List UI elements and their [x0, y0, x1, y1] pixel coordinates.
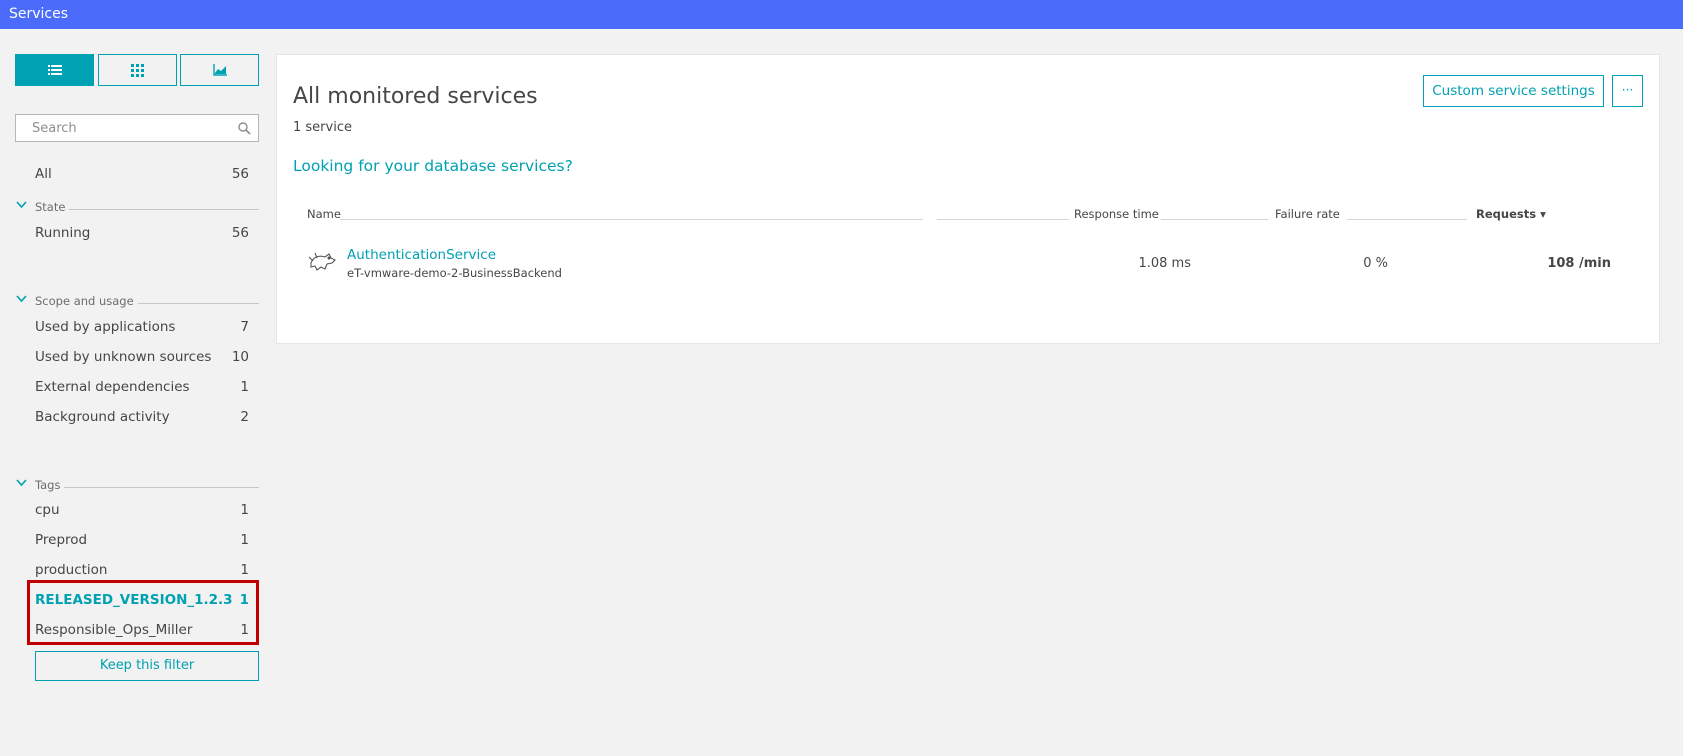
custom-service-settings-button[interactable]: Custom service settings: [1423, 75, 1604, 107]
filter-count: 56: [231, 166, 249, 182]
section-divider: [35, 487, 259, 488]
header-divider: [1161, 219, 1268, 220]
filter-external-dependencies[interactable]: External dependencies 1: [35, 379, 249, 399]
list-icon: [47, 65, 62, 75]
filter-count: 1: [240, 502, 249, 518]
filter-background-activity[interactable]: Background activity 2: [35, 409, 249, 429]
filter-count: 1: [240, 379, 249, 395]
section-title: Tags: [35, 478, 65, 492]
filter-label: Preprod: [35, 532, 88, 548]
service-process-group: eT-vmware-demo-2-BusinessBackend: [347, 266, 562, 280]
service-count: 1 service: [293, 120, 352, 135]
top-bar: Services: [0, 0, 1683, 29]
search-icon[interactable]: [238, 122, 251, 135]
table-row[interactable]: AuthenticationService eT-vmware-demo-2-B…: [307, 247, 1627, 291]
page-title: All monitored services: [293, 84, 538, 109]
filter-all[interactable]: All 56: [35, 166, 249, 186]
highlight-annotation: [27, 580, 259, 645]
more-options-button[interactable]: ···: [1612, 75, 1643, 107]
chevron-down-icon: [16, 201, 27, 209]
keep-filter-button[interactable]: Keep this filter: [35, 651, 259, 681]
grid-view-button[interactable]: [98, 54, 177, 86]
response-time-value: 1.08 ms: [1138, 256, 1191, 271]
filter-count: 1: [240, 532, 249, 548]
filter-count: 7: [240, 319, 249, 335]
list-view-button[interactable]: [15, 54, 94, 86]
filter-used-by-applications[interactable]: Used by applications 7: [35, 319, 249, 339]
filter-label: production: [35, 562, 108, 578]
section-scope-and-usage[interactable]: Scope and usage: [15, 294, 259, 310]
filter-count: 10: [231, 349, 249, 365]
service-name-link[interactable]: AuthenticationService: [347, 247, 496, 263]
filter-label: External dependencies: [35, 379, 190, 395]
section-tags[interactable]: Tags: [15, 478, 259, 494]
section-state[interactable]: State: [15, 200, 259, 216]
filter-label: All: [35, 166, 52, 182]
chart-view-button[interactable]: [180, 54, 259, 86]
header-divider: [340, 219, 923, 220]
chevron-down-icon: [16, 295, 27, 303]
page-header-title: Services: [9, 6, 69, 22]
column-header-failure-rate[interactable]: Failure rate: [1275, 207, 1340, 221]
filter-count: 2: [240, 409, 249, 425]
filter-label: Background activity: [35, 409, 170, 425]
filter-running[interactable]: Running 56: [35, 225, 249, 245]
column-header-name: Name: [307, 207, 341, 221]
section-title: Scope and usage: [35, 294, 138, 308]
filter-count: 56: [231, 225, 249, 241]
tag-filter-production[interactable]: production 1: [35, 562, 249, 582]
failure-rate-value: 0 %: [1363, 256, 1388, 271]
tag-filter-cpu[interactable]: cpu 1: [35, 502, 249, 522]
search-field[interactable]: [15, 114, 259, 142]
header-divider: [1347, 219, 1467, 220]
filter-label: Running: [35, 225, 91, 241]
filter-count: 1: [240, 562, 249, 578]
grid-icon: [131, 63, 144, 77]
tomcat-icon: [308, 252, 336, 271]
database-services-link[interactable]: Looking for your database services?: [293, 157, 573, 175]
filter-label: cpu: [35, 502, 60, 518]
chevron-down-icon: [16, 479, 27, 487]
chart-icon: [212, 64, 227, 76]
column-header-requests[interactable]: Requests ▾: [1476, 207, 1546, 221]
tag-filter-preprod[interactable]: Preprod 1: [35, 532, 249, 552]
filter-used-by-unknown-sources[interactable]: Used by unknown sources 10: [35, 349, 249, 369]
column-header-response-time[interactable]: Response time: [1074, 207, 1159, 221]
filter-label: Used by unknown sources: [35, 349, 212, 365]
search-input[interactable]: [30, 120, 234, 137]
services-panel: All monitored services 1 service Looking…: [276, 54, 1660, 344]
filter-label: Used by applications: [35, 319, 176, 335]
header-divider: [937, 219, 1069, 220]
section-title: State: [35, 200, 70, 214]
requests-value: 108 /min: [1547, 256, 1611, 271]
